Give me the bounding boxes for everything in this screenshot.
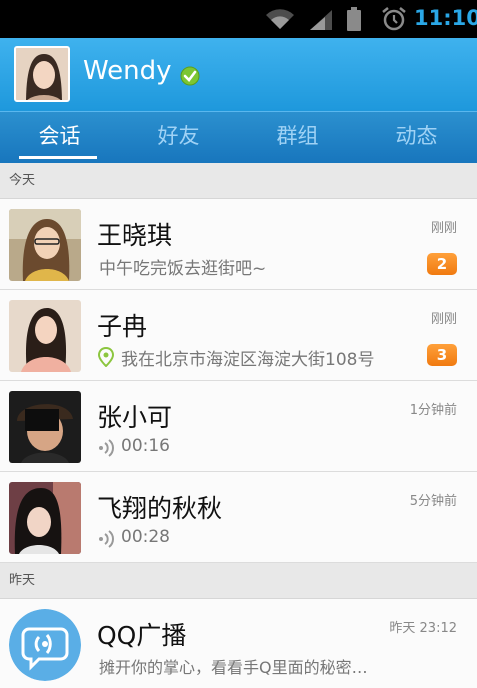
message-time: 刚刚 xyxy=(430,312,457,327)
message-time: 刚刚 xyxy=(430,221,457,236)
unread-badge: 2 xyxy=(427,253,457,275)
message-time: 昨天 23:12 xyxy=(389,621,457,636)
voice-duration: 00:16 xyxy=(121,436,170,456)
signal-icon xyxy=(310,10,332,30)
contact-avatar xyxy=(9,209,81,281)
unread-badge: 3 xyxy=(427,344,457,366)
contact-name: 子冉 xyxy=(97,312,148,341)
last-message: 中午吃完饭去逛街吧~ xyxy=(99,259,267,279)
status-bar: 11:10 xyxy=(0,0,477,38)
last-message: 我在北京市海淀区海淀大街108号 xyxy=(121,350,375,370)
alarm-icon xyxy=(382,7,406,31)
contact-name: 飞翔的秋秋 xyxy=(97,494,223,523)
voice-message-icon xyxy=(99,439,114,457)
profile-header: Wendy xyxy=(0,38,477,111)
voice-message-icon xyxy=(99,530,114,548)
tab-updates[interactable]: 动态 xyxy=(357,112,476,163)
conversation-item[interactable]: 张小可 00:16 1分钟前 xyxy=(0,381,477,472)
tab-friends[interactable]: 好友 xyxy=(119,112,238,163)
user-avatar[interactable] xyxy=(14,46,70,102)
last-message: 摊开你的掌心，看看手Q里面的秘密… xyxy=(99,658,368,677)
contact-avatar xyxy=(9,300,81,372)
contact-name: QQ广播 xyxy=(97,621,187,650)
contact-avatar xyxy=(9,391,81,463)
conversation-item[interactable]: 子冉 我在北京市海淀区海淀大街108号 刚刚 3 xyxy=(0,290,477,381)
conversation-item[interactable]: 王晓琪 中午吃完饭去逛街吧~ 刚刚 2 xyxy=(0,199,477,290)
location-pin-icon xyxy=(98,347,114,367)
section-header-yesterday: 昨天 xyxy=(0,563,477,599)
wifi-icon xyxy=(266,9,294,29)
tab-bar: 会话 好友 群组 动态 xyxy=(0,111,477,163)
user-name: Wendy xyxy=(83,56,172,86)
section-header-today: 今天 xyxy=(0,163,477,199)
broadcast-avatar xyxy=(9,609,81,681)
online-status-icon xyxy=(180,66,200,86)
message-time: 5分钟前 xyxy=(409,494,457,509)
voice-duration: 00:28 xyxy=(121,527,170,547)
contact-avatar xyxy=(9,482,81,554)
conversation-item[interactable]: QQ广播 摊开你的掌心，看看手Q里面的秘密… 昨天 23:12 xyxy=(0,599,477,688)
conversation-item[interactable]: 飞翔的秋秋 00:28 5分钟前 xyxy=(0,472,477,563)
battery-icon xyxy=(347,7,361,31)
contact-name: 王晓琪 xyxy=(97,221,173,250)
clock-time: 11:10 xyxy=(414,6,477,30)
contact-name: 张小可 xyxy=(97,403,173,432)
message-time: 1分钟前 xyxy=(409,403,457,418)
tab-conversations[interactable]: 会话 xyxy=(0,112,119,163)
tab-groups[interactable]: 群组 xyxy=(238,112,357,163)
